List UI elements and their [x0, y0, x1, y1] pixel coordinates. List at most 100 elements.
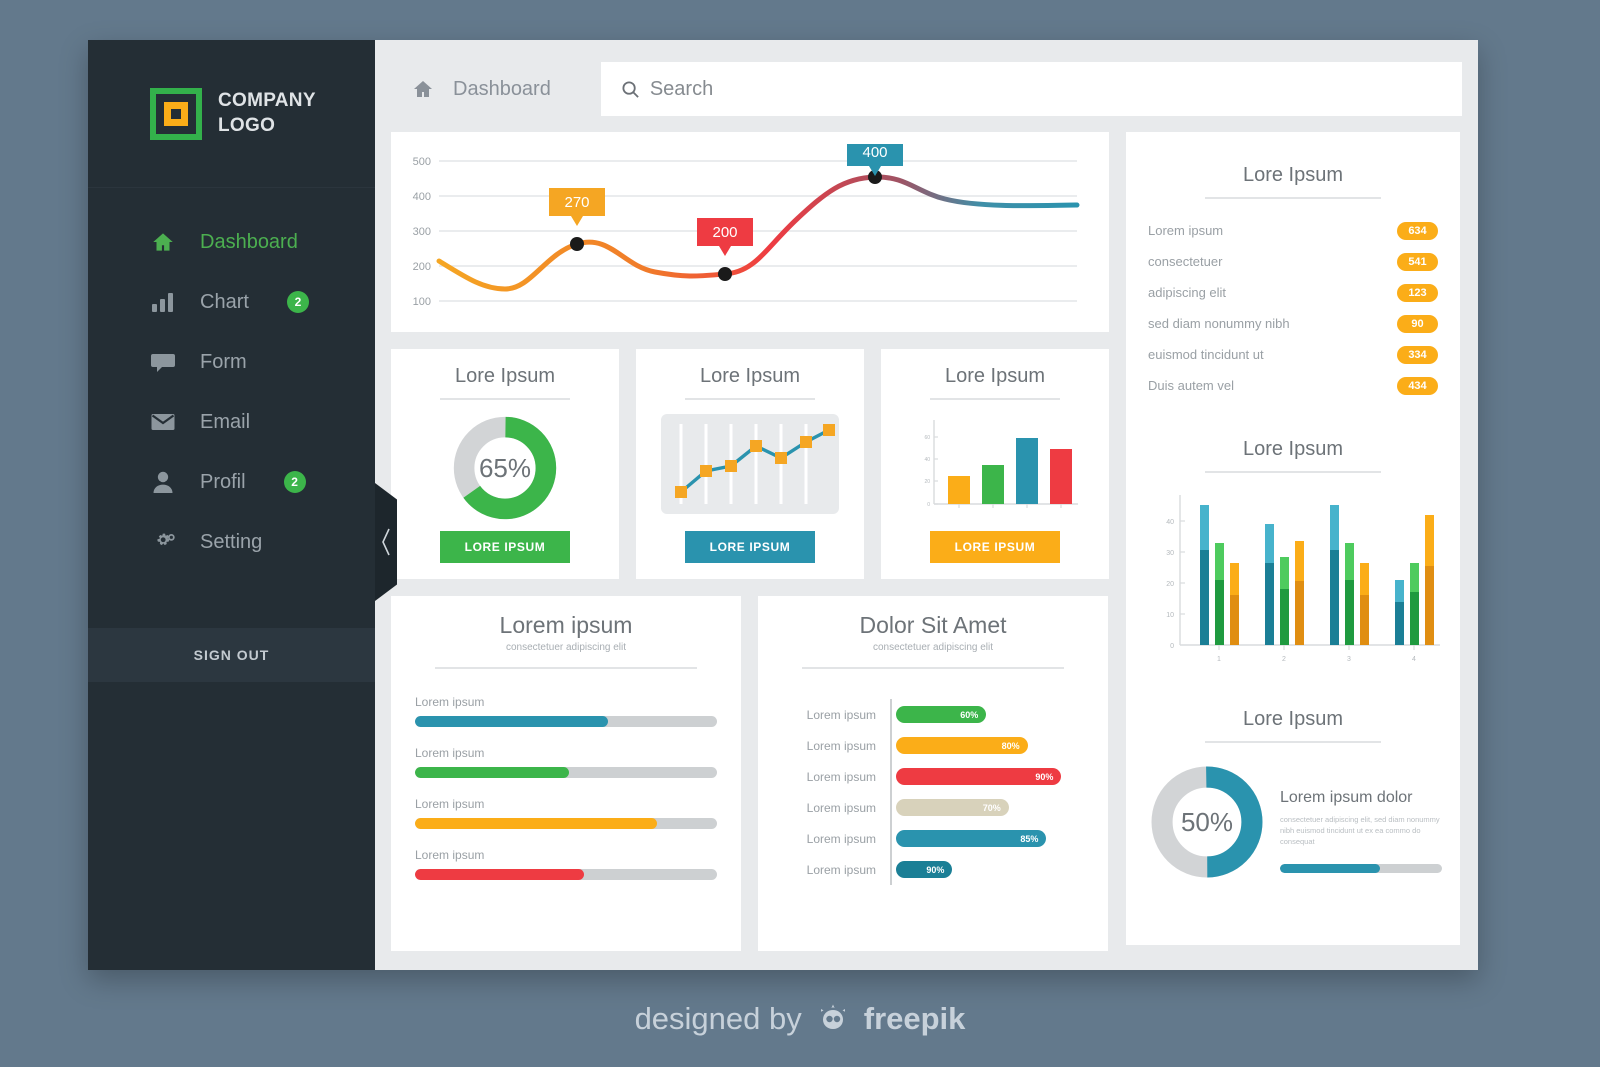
svg-text:20: 20 — [924, 479, 930, 485]
svg-text:20: 20 — [1166, 581, 1174, 588]
widget-donut-button[interactable]: LORE IPSUM — [440, 531, 570, 563]
hbar-list: Lorem ipsum 60% Lorem ipsum 80% Lorem ip… — [782, 699, 1084, 885]
hbar-label: Lorem ipsum — [806, 831, 876, 846]
widget-bars-button[interactable]: LORE IPSUM — [930, 531, 1060, 563]
sidebar-nav: Dashboard Chart 2 Form Email Profil 2 Se… — [88, 188, 375, 572]
donut-50-mini-track — [1280, 863, 1442, 873]
app-window: COMPANY LOGO Dashboard Chart 2 Form Emai… — [88, 40, 1478, 970]
hbar-label: Lorem ipsum — [806, 769, 876, 784]
list-item-badge: 541 — [1397, 252, 1438, 271]
hbar-label: Lorem ipsum — [806, 800, 876, 815]
hbar-card-title: Dolor Sit Amet — [859, 612, 1007, 638]
progress-label: Lorem ipsum — [415, 746, 485, 760]
line-label-200: 200 — [697, 218, 753, 256]
widget-donut-title: Lore Ipsum — [454, 365, 556, 387]
sidebar-label-chart: Chart — [200, 290, 249, 313]
list-item-label: euismod tincidunt ut — [1148, 347, 1264, 362]
sidebar-item-dashboard[interactable]: Dashboard — [88, 212, 375, 272]
progress-row: Lorem ipsum — [415, 797, 717, 829]
progress-row: Lorem ipsum — [415, 746, 717, 778]
hbar-fill: 70% — [896, 799, 1009, 816]
hbar-card: Dolor Sit Amet consectetuer adipiscing e… — [758, 596, 1108, 951]
home-icon[interactable] — [411, 77, 435, 101]
main-line-chart-card: 500 400 300 200 100 270 200 400 — [391, 132, 1109, 332]
user-icon — [150, 469, 176, 495]
svg-text:200: 200 — [413, 261, 431, 273]
grouped-bar-card: Lore Ipsum 0 10 20 30 40 1 2 3 4 — [1126, 422, 1460, 692]
sign-out-button[interactable]: SIGN OUT — [88, 628, 375, 682]
hbar-row: Lorem ipsum 60% — [782, 699, 1084, 730]
progress-track — [415, 767, 717, 778]
divider — [930, 398, 1060, 400]
hbar-fill: 90% — [896, 861, 953, 878]
divider — [440, 398, 570, 400]
widget-sparkline-card: Lore Ipsum LORE IPSUM — [636, 349, 864, 579]
svg-text:30: 30 — [1166, 550, 1174, 557]
hbar-row: Lorem ipsum 70% — [782, 792, 1084, 823]
divider — [685, 398, 815, 400]
sidebar-item-profil[interactable]: Profil 2 — [88, 452, 375, 512]
list-item[interactable]: Lorem ipsum 634 — [1148, 215, 1438, 246]
list-item[interactable]: sed diam nonummy nibh 90 — [1148, 308, 1438, 339]
list-item-label: consectetuer — [1148, 254, 1223, 269]
svg-text:100: 100 — [413, 296, 431, 308]
donut-50-percent-label: 50% — [1180, 806, 1234, 837]
donut-chart-50: 50% — [1148, 763, 1266, 881]
list-item[interactable]: Duis autem vel 434 — [1148, 370, 1438, 401]
line-label-270: 270 — [549, 188, 605, 226]
hbar-fill: 85% — [896, 830, 1047, 847]
progress-fill — [415, 869, 585, 880]
search-box[interactable] — [600, 62, 1462, 116]
envelope-icon — [150, 409, 176, 435]
logo-line-1: COMPANY — [218, 90, 316, 112]
divider — [435, 667, 697, 669]
gear-icon — [150, 529, 176, 555]
grouped-bar-chart: 010 203040 1 2 3 4 — [1166, 495, 1440, 663]
list-item[interactable]: consectetuer 541 — [1148, 246, 1438, 277]
progress-label: Lorem ipsum — [415, 797, 485, 811]
widget-sparkline-button[interactable]: LORE IPSUM — [685, 531, 815, 563]
sidebar-item-setting[interactable]: Setting — [88, 512, 375, 572]
progress-card: Lorem ipsum consectetuer adipiscing elit… — [391, 596, 741, 951]
svg-text:1: 1 — [1217, 656, 1221, 663]
list-item[interactable]: adipiscing elit 123 — [1148, 277, 1438, 308]
donut-50-title: Lore Ipsum — [1242, 708, 1344, 730]
list-item[interactable]: euismod tincidunt ut 334 — [1148, 339, 1438, 370]
widget-bars-card: Lore Ipsum 0 20 40 60 LORE IPSUM — [881, 349, 1109, 579]
hbar-track: 70% — [892, 799, 1084, 816]
sidebar-label-setting: Setting — [200, 530, 263, 553]
progress-row: Lorem ipsum — [415, 848, 717, 880]
line-label-400: 400 — [847, 138, 903, 176]
content-area: Dashboard Search 500 400 300 200 100 270… — [375, 40, 1478, 970]
freepik-mascot-icon — [820, 1004, 845, 1029]
chevron-left-icon — [382, 528, 390, 556]
sidebar-item-chart[interactable]: Chart 2 — [88, 272, 375, 332]
list-item-label: Lorem ipsum — [1148, 223, 1224, 238]
list-item-badge: 90 — [1397, 314, 1438, 333]
sidebar-item-form[interactable]: Form — [88, 332, 375, 392]
list-item-label: adipiscing elit — [1148, 285, 1227, 300]
sidebar-item-email[interactable]: Email — [88, 392, 375, 452]
list-item-badge: 434 — [1397, 376, 1438, 395]
progress-fill — [415, 716, 609, 727]
list-item-badge: 334 — [1397, 345, 1438, 364]
list-item-badge: 123 — [1397, 283, 1438, 302]
donut-50-mini-fill — [1280, 863, 1381, 873]
line-point-270 — [570, 237, 584, 251]
svg-text:10: 10 — [1166, 612, 1174, 619]
search-input[interactable] — [649, 77, 1442, 101]
progress-card-title: Lorem ipsum — [499, 612, 633, 638]
sidebar-collapse-toggle[interactable] — [375, 483, 397, 601]
svg-text:400: 400 — [862, 144, 887, 161]
bar-3 — [1016, 438, 1038, 504]
sidebar-label-form: Form — [200, 350, 247, 373]
grouped-bar-title: Lore Ipsum — [1242, 438, 1344, 460]
logo-area: COMPANY LOGO — [88, 40, 375, 188]
widget-donut-card: Lore Ipsum 65% LORE IPSUM — [391, 349, 619, 579]
footer: designed by freepik — [0, 970, 1600, 1067]
progress-row: Lorem ipsum — [415, 695, 717, 727]
widget-row: Lore Ipsum 65% LORE IPSUM Lore Ipsum LOR… — [391, 349, 1109, 579]
widget-bars-title: Lore Ipsum — [944, 365, 1046, 387]
donut-50-text: Lorem ipsum dolor consectetuer adipiscin… — [1280, 763, 1442, 873]
divider — [1205, 471, 1381, 473]
